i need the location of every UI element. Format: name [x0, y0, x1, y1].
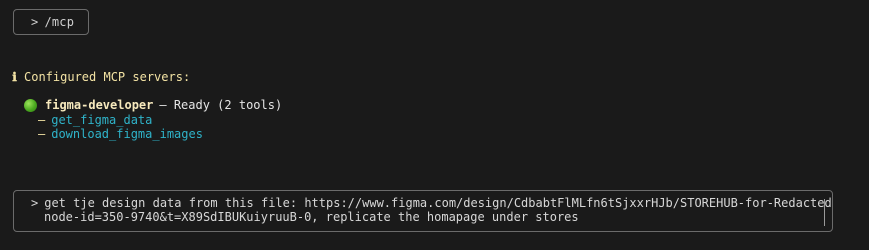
prompt-input[interactable]: > get tje design data from this file: htt…: [13, 190, 833, 232]
text-cursor: [824, 199, 825, 226]
tool-bullet: –: [38, 127, 46, 141]
tool-item: – get_figma_data: [38, 113, 152, 127]
tool-name-get-figma-data: get_figma_data: [51, 113, 153, 127]
server-row-figma-developer: figma-developer – Ready (2 tools): [24, 98, 282, 112]
command-text: /mcp: [44, 15, 75, 29]
server-name: figma-developer: [45, 98, 154, 112]
tool-name-download-figma-images: download_figma_images: [51, 127, 203, 141]
prompt-symbol: >: [31, 15, 39, 29]
status-ready-icon: [24, 98, 37, 112]
input-text-line-1: get tje design data from this file: http…: [44, 196, 833, 210]
input-line-1: > get tje design data from this file: htt…: [31, 196, 832, 210]
input-prompt-symbol: >: [31, 196, 39, 210]
input-text-line-2: node-id=350-9740&t=X89SdIBUKuiyruuB-0, r…: [44, 210, 579, 224]
tool-item: – download_figma_images: [38, 127, 203, 141]
info-icon: ℹ: [12, 70, 17, 84]
tool-bullet: –: [38, 113, 46, 127]
slash-command-box: > /mcp: [13, 9, 89, 35]
server-status: – Ready (2 tools): [159, 98, 283, 112]
mcp-servers-header-text: Configured MCP servers:: [24, 70, 191, 84]
mcp-servers-header: ℹ Configured MCP servers:: [11, 70, 190, 84]
